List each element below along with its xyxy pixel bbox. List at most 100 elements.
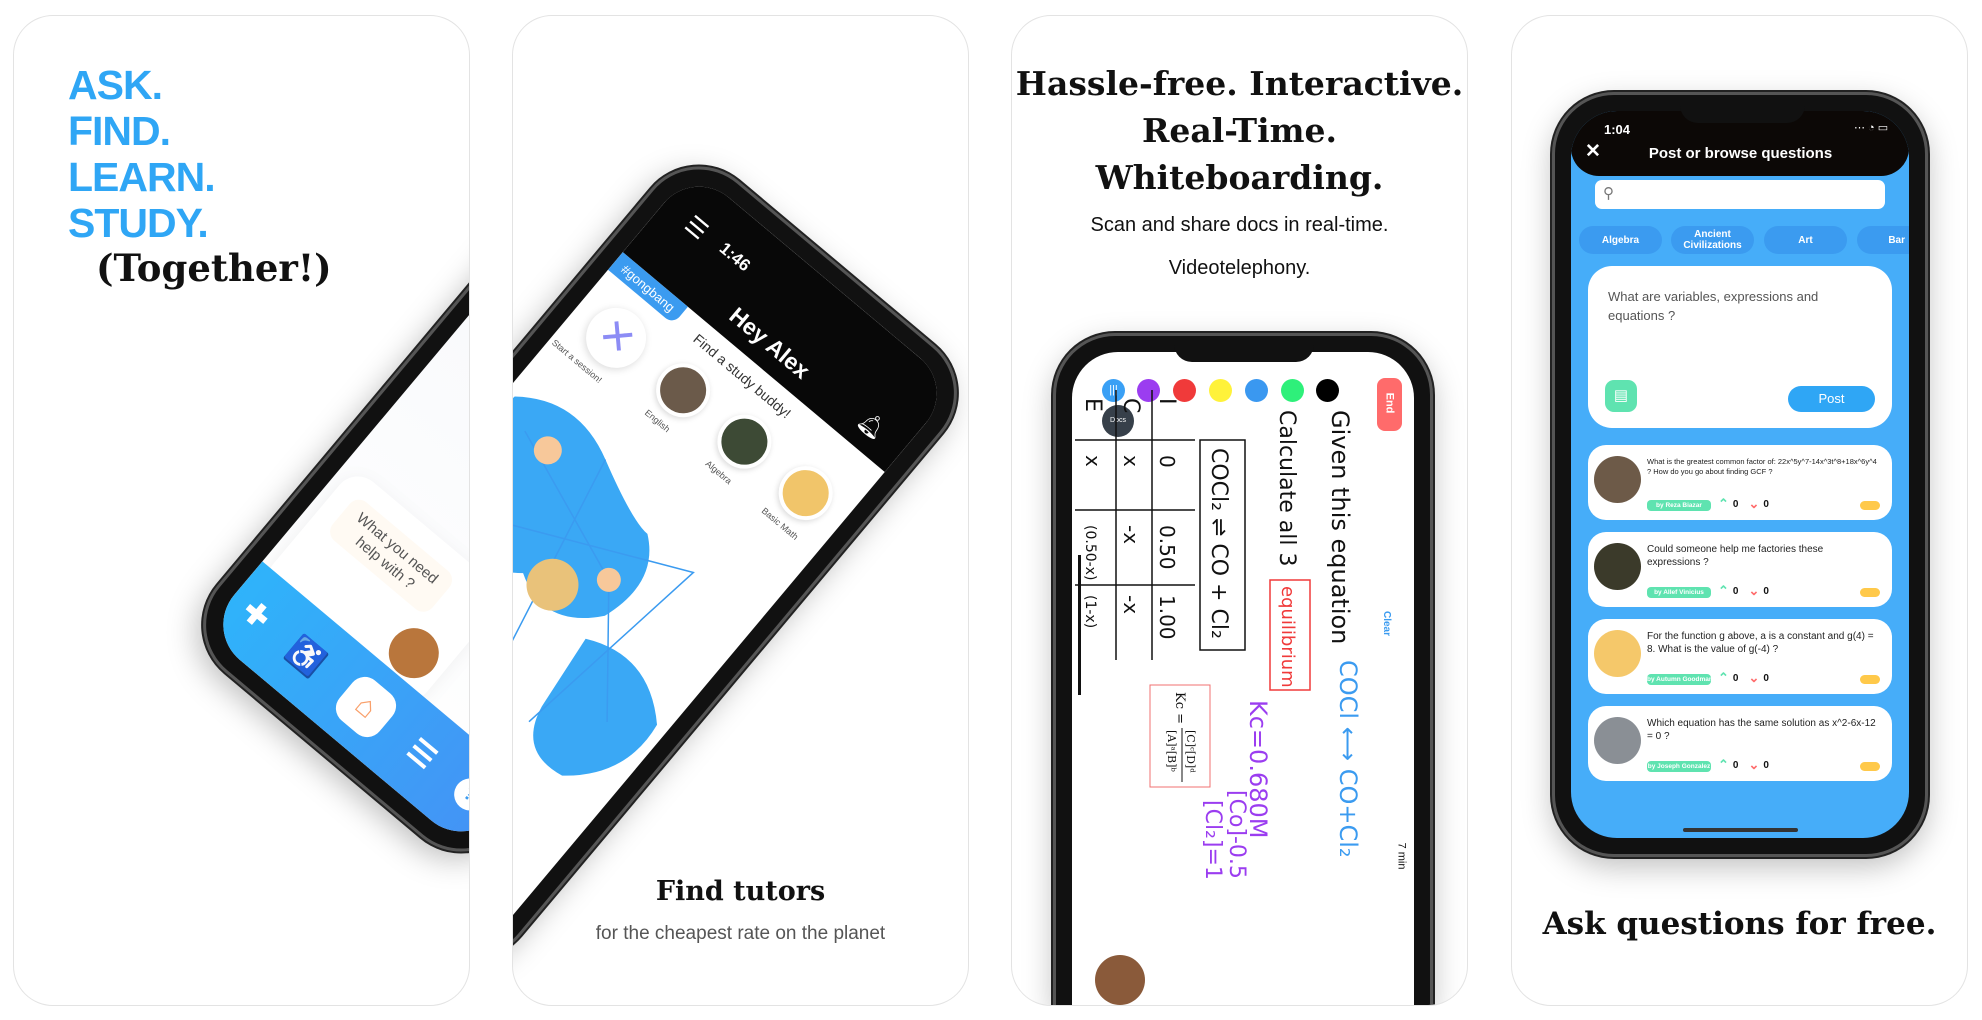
- vote-counts: ⌃ 0 ⌄ 0: [1718, 583, 1769, 599]
- list-icon[interactable]: ☰: [400, 732, 443, 776]
- category-chip[interactable]: Art: [1764, 226, 1847, 254]
- downvote-count: 0: [1763, 759, 1769, 771]
- more-options-button[interactable]: [1860, 501, 1880, 510]
- handwriting-line2: Calculate all 3: [1274, 410, 1299, 566]
- search-input[interactable]: ⚲: [1595, 180, 1885, 209]
- whiteboard-screen: [1072, 352, 1414, 1005]
- downvote-icon[interactable]: ⌄: [1748, 496, 1759, 512]
- ice-row-label: E: [1080, 398, 1105, 412]
- upvote-count: 0: [1732, 498, 1739, 510]
- scroll-bar[interactable]: [1078, 555, 1081, 695]
- compose-card[interactable]: What are variables, expressions and equa…: [1588, 266, 1892, 428]
- downvote-count: 0: [1763, 672, 1769, 684]
- upvote-count: 0: [1732, 672, 1739, 684]
- formula-lhs: Kc =: [1172, 692, 1187, 724]
- handwriting-line1: Given this equation: [1326, 410, 1354, 644]
- ice-cell: 1.00: [1155, 595, 1179, 640]
- ice-cell: -x: [1119, 525, 1143, 544]
- upvote-icon[interactable]: ⌃: [1718, 496, 1729, 512]
- question-text: What is the greatest common factor of: 2…: [1647, 457, 1877, 476]
- screenshot-panel-1: ASK. FIND. LEARN. STUDY. (Together!) Wha…: [13, 15, 470, 1006]
- status-time: 1:46: [715, 238, 755, 276]
- phone-notch: [1174, 336, 1314, 362]
- menu-icon[interactable]: ☰: [679, 210, 714, 246]
- author-avatar: [1594, 630, 1641, 677]
- phone-screen: ☰ 1:46 Hey Alex 🔔︎ #gongbang Find a stud…: [513, 167, 956, 957]
- buddy-label: Chinese: [825, 560, 858, 590]
- tagline-learn: LEARN.: [68, 154, 216, 200]
- tagline-study: STUDY.: [68, 200, 209, 246]
- table-header: COCl₂ ⇌ CO + Cl₂: [1206, 448, 1231, 639]
- question-text: For the function g above, a is a constan…: [1647, 631, 1874, 655]
- caption-subtitle: for the cheapest rate on the planet: [595, 923, 886, 944]
- author-badge: by Autumn Goodman: [1647, 674, 1711, 685]
- downvote-icon[interactable]: ⌄: [1748, 757, 1759, 773]
- category-chip[interactable]: Ancient Civilizations: [1671, 226, 1754, 254]
- color-swatch[interactable]: [1209, 379, 1232, 402]
- more-options-button[interactable]: [1860, 762, 1880, 771]
- formula-denominator: [A]ᵃ[B]ᵇ: [1165, 730, 1178, 772]
- subtitle: (Together!): [96, 246, 332, 290]
- upvote-count: 0: [1732, 585, 1739, 597]
- question-card[interactable]: Which equation has the same solution as …: [1588, 706, 1892, 781]
- video-participant-avatar: [1095, 955, 1145, 1005]
- screen-title: Post or browse questions: [1648, 145, 1833, 162]
- person-icon[interactable]: ♿: [280, 631, 331, 682]
- scan-icon[interactable]: ▤: [1605, 380, 1637, 412]
- upvote-icon[interactable]: ⌃: [1718, 583, 1729, 599]
- phone-notch: [1680, 95, 1805, 123]
- caption-title: Ask questions for free.: [1542, 906, 1937, 942]
- phone-screen: What you need help with ? ✚ ♿ ⌂ ☰ ?: [204, 61, 469, 851]
- whiteboard-drawing: Given this equation COCl ⟷ CO+Cl₂ Calcul…: [1075, 390, 1362, 880]
- compose-textarea[interactable]: What are variables, expressions and equa…: [1608, 287, 1868, 325]
- ice-cell: 0.50: [1155, 525, 1179, 570]
- clear-button[interactable]: Clear: [1381, 611, 1392, 636]
- vote-counts: ⌃ 0 ⌄ 0: [1718, 496, 1769, 512]
- ice-cell: x: [1119, 455, 1143, 467]
- question-card[interactable]: What is the greatest common factor of: 2…: [1588, 445, 1892, 520]
- tagline-find: FIND.: [68, 108, 171, 154]
- color-swatch[interactable]: [1245, 379, 1268, 402]
- downvote-count: 0: [1763, 498, 1769, 510]
- handwriting-cl2: [Cl₂]=1: [1200, 800, 1225, 880]
- phone-mockup: What you need help with ? ✚ ♿ ⌂ ☰ ?: [177, 35, 469, 877]
- docs-label: Docs: [1110, 417, 1126, 424]
- category-chip[interactable]: Bar: [1857, 226, 1909, 254]
- formula-numerator: [C]ᶜ[D]ᵈ: [1184, 730, 1197, 773]
- author-avatar: [1594, 456, 1641, 503]
- headline-line: Whiteboarding.: [1095, 158, 1384, 197]
- status-time: 1:04: [1604, 122, 1631, 137]
- headline-line: Real-Time.: [1141, 111, 1338, 150]
- downvote-icon[interactable]: ⌄: [1748, 583, 1759, 599]
- phone-mockup: ☰ 1:46 Hey Alex 🔔︎ #gongbang Find a stud…: [513, 141, 968, 983]
- tagline-ask: ASK.: [68, 62, 163, 108]
- color-swatch[interactable]: [1281, 379, 1304, 402]
- home-icon[interactable]: ⌂: [329, 670, 403, 744]
- upvote-icon[interactable]: ⌃: [1718, 757, 1729, 773]
- end-label: End: [1383, 392, 1396, 414]
- question-card[interactable]: Could someone help me factories these ex…: [1588, 532, 1892, 607]
- handwriting-co: [Co]-0.5: [1224, 790, 1249, 879]
- more-options-button[interactable]: [1860, 588, 1880, 597]
- upvote-count: 0: [1732, 759, 1739, 771]
- buddy-avatar: [828, 506, 906, 583]
- upvote-icon[interactable]: ⌃: [1718, 670, 1729, 686]
- wifi-battery-icon: ⋯ ◔ ▭: [1854, 122, 1889, 134]
- downvote-count: 0: [1763, 585, 1769, 597]
- more-options-button[interactable]: [1860, 675, 1880, 684]
- downvote-icon[interactable]: ⌄: [1748, 670, 1759, 686]
- plus-icon[interactable]: ✚: [235, 593, 277, 636]
- author-avatar: [1594, 543, 1641, 590]
- ice-cell: (1-x): [1082, 595, 1098, 628]
- feature-line: Videotelephony.: [1168, 257, 1311, 279]
- question-icon[interactable]: ?: [447, 771, 469, 818]
- author-avatar: [1594, 717, 1641, 764]
- category-chip[interactable]: Algebra: [1579, 226, 1662, 254]
- question-card[interactable]: For the function g above, a is a constan…: [1588, 619, 1892, 694]
- end-call-button[interactable]: End: [1377, 378, 1402, 431]
- post-button[interactable]: Post: [1788, 386, 1875, 412]
- color-swatch[interactable]: [1316, 379, 1339, 402]
- handwriting-boxed: equilibrium: [1277, 586, 1298, 688]
- feature-line: Scan and share docs in real-time.: [1090, 214, 1389, 236]
- call-timer: 7 min: [1395, 842, 1408, 870]
